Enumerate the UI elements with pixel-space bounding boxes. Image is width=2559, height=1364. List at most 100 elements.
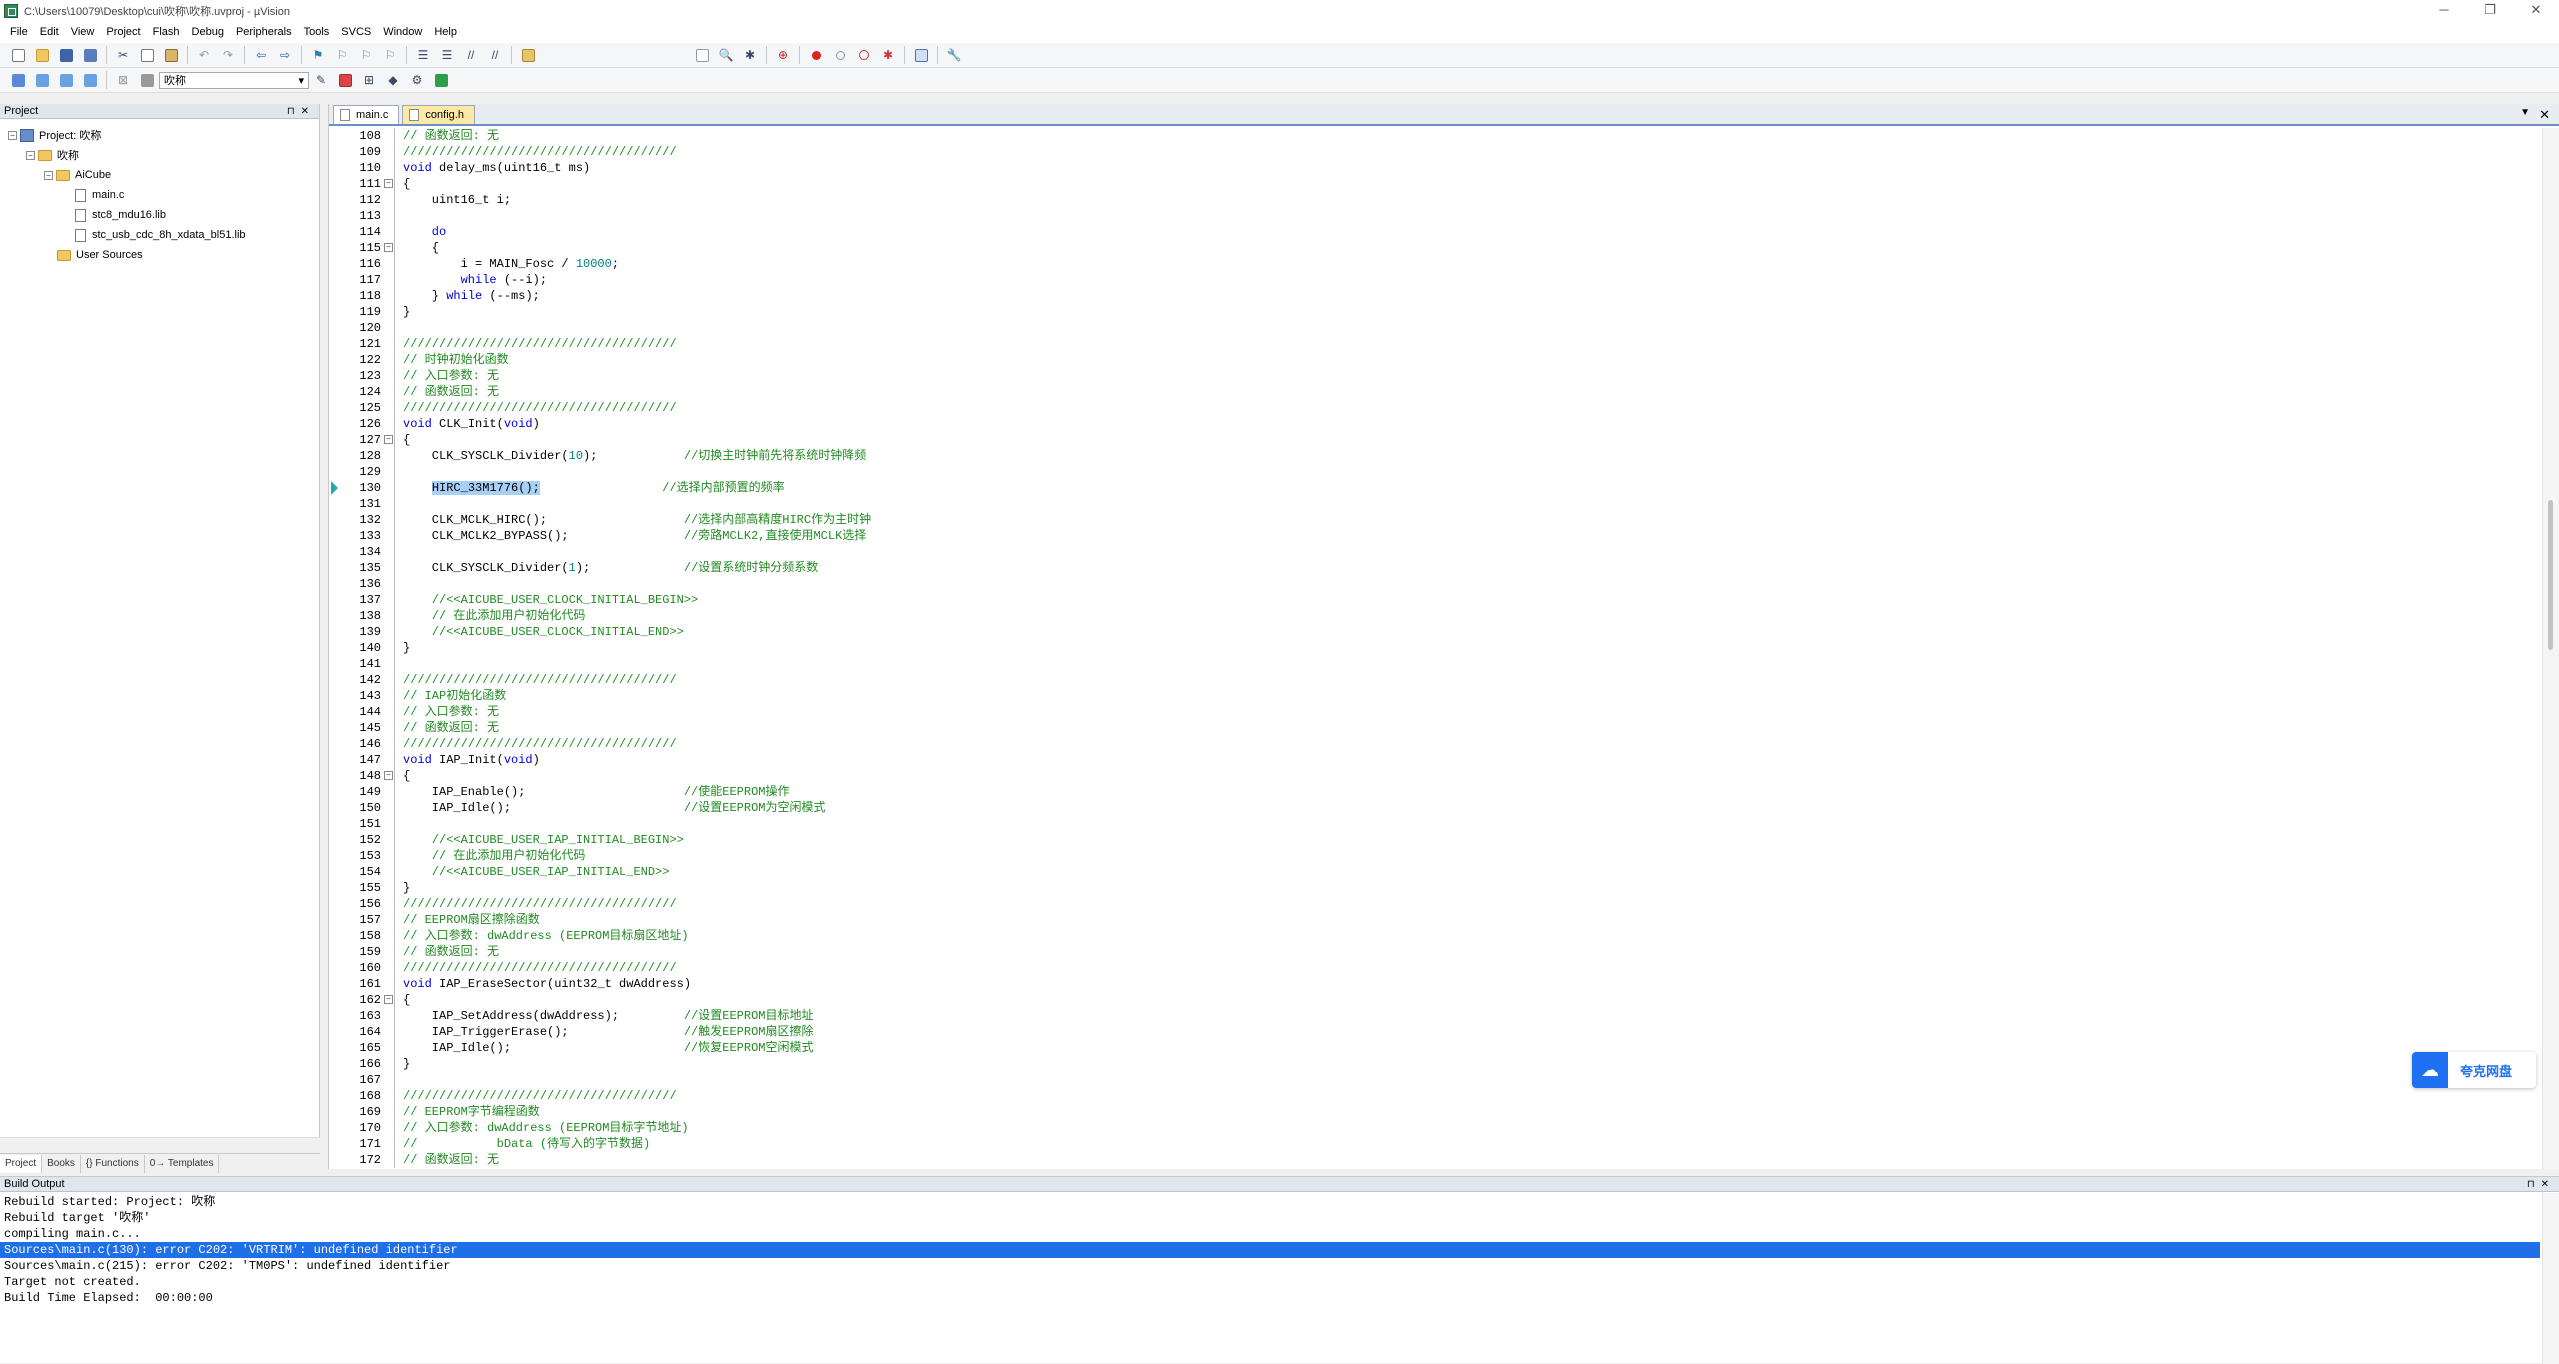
fold-toggle-icon[interactable]: − — [384, 995, 393, 1004]
build-output-line[interactable]: Build Time Elapsed: 00:00:00 — [0, 1290, 2540, 1306]
gutter-margin[interactable] — [329, 624, 343, 640]
tree-collapse-icon[interactable]: − — [8, 130, 17, 140]
menu-edit[interactable]: Edit — [34, 22, 65, 43]
gutter-margin[interactable] — [329, 1152, 343, 1168]
code-line[interactable]: 155} — [329, 880, 2534, 896]
menu-peripherals[interactable]: Peripherals — [230, 22, 298, 43]
code-line[interactable]: 130 HIRC_33M1776(); //选择内部预置的频率 — [329, 480, 2534, 496]
build-output-line[interactable]: Rebuild started: Project: 吹称 — [0, 1194, 2540, 1210]
tree-item[interactable]: − Project: 吹称 — [0, 125, 319, 145]
uncomment-icon[interactable]: // — [485, 45, 505, 65]
bookmark-icon[interactable]: ⚑ — [308, 45, 328, 65]
build-output-text[interactable]: Rebuild started: Project: 吹称 Rebuild targ… — [0, 1192, 2559, 1306]
code-line[interactable]: 125 /////////////////////////////////////… — [329, 400, 2534, 416]
gutter-margin[interactable] — [329, 1040, 343, 1056]
disable-breakpoint-icon[interactable] — [830, 45, 850, 65]
gutter-margin[interactable] — [329, 576, 343, 592]
menu-flash[interactable]: Flash — [147, 22, 186, 43]
menu-window[interactable]: Window — [377, 22, 428, 43]
gutter-margin[interactable] — [329, 1136, 343, 1152]
indent-icon[interactable]: ☰ — [413, 45, 433, 65]
code-line[interactable]: 150 IAP_Idle(); //设置EEPROM为空闲模式 — [329, 800, 2534, 816]
quark-cloud-drive-button[interactable]: ☁ 夸克网盘 — [2412, 1052, 2536, 1088]
code-line[interactable]: 167 — [329, 1072, 2534, 1088]
code-line[interactable]: 108 // 函数返回: 无 — [329, 128, 2534, 144]
fold-toggle-icon[interactable]: − — [384, 771, 393, 780]
new-file-icon[interactable] — [8, 45, 28, 65]
gutter-margin[interactable] — [329, 976, 343, 992]
gutter-margin[interactable] — [329, 816, 343, 832]
prev-bookmark-icon[interactable]: ⚐ — [332, 45, 352, 65]
tree-collapse-icon[interactable]: − — [26, 150, 35, 160]
menu-project[interactable]: Project — [100, 22, 146, 43]
undo-icon[interactable]: ↶ — [194, 45, 214, 65]
gutter-margin[interactable] — [329, 416, 343, 432]
panel-pin-close-icon[interactable]: ⊓✕ — [287, 104, 315, 119]
code-line[interactable]: 111− { — [329, 176, 2534, 192]
menu-svcs[interactable]: SVCS — [335, 22, 377, 43]
tree-item[interactable]: User Sources — [0, 245, 319, 265]
fold-toggle-icon[interactable]: − — [384, 179, 393, 188]
download-icon[interactable] — [137, 70, 157, 90]
code-line[interactable]: 117 while (--i); — [329, 272, 2534, 288]
gutter-margin[interactable] — [329, 240, 343, 256]
code-line[interactable]: 153 // 在此添加用户初始化代码 — [329, 848, 2534, 864]
gutter-margin[interactable] — [329, 672, 343, 688]
kill-breakpoints-icon[interactable]: ✱ — [878, 45, 898, 65]
code-line[interactable]: 145 // 函数返回: 无 — [329, 720, 2534, 736]
code-line[interactable]: 138 // 在此添加用户初始化代码 — [329, 608, 2534, 624]
code-line[interactable]: 148− { — [329, 768, 2534, 784]
current-line-arrow-icon[interactable] — [329, 480, 343, 496]
code-line[interactable]: 135 CLK_SYSCLK_Divider(1); //设置系统时钟分频系数 — [329, 560, 2534, 576]
tree-item[interactable]: stc8_mdu16.lib — [0, 205, 319, 225]
code-line[interactable]: 113 — [329, 208, 2534, 224]
search-combo-icon[interactable] — [692, 45, 712, 65]
minimize-button[interactable]: ─ — [2421, 0, 2467, 22]
menu-tools[interactable]: Tools — [298, 22, 336, 43]
find-icon[interactable]: 🔍 — [716, 45, 736, 65]
code-line[interactable]: 123 // 入口参数: 无 — [329, 368, 2534, 384]
code-line[interactable]: 121 /////////////////////////////////////… — [329, 336, 2534, 352]
code-line[interactable]: 156 /////////////////////////////////////… — [329, 896, 2534, 912]
build-output-scrollbar[interactable] — [2542, 1193, 2559, 1364]
incremental-find-icon[interactable]: ✱ — [740, 45, 760, 65]
build-output-line[interactable]: Rebuild target '吹称' — [0, 1210, 2540, 1226]
code-line[interactable]: 122 // 时钟初始化函数 — [329, 352, 2534, 368]
gutter-margin[interactable] — [329, 1120, 343, 1136]
navigate-forward-icon[interactable]: ⇨ — [275, 45, 295, 65]
code-line[interactable]: 168 /////////////////////////////////////… — [329, 1088, 2534, 1104]
gutter-margin[interactable] — [329, 960, 343, 976]
gutter-margin[interactable] — [329, 720, 343, 736]
comment-icon[interactable]: // — [461, 45, 481, 65]
code-line[interactable]: 161 void IAP_EraseSector(uint32_t dwAddre… — [329, 976, 2534, 992]
gutter-margin[interactable] — [329, 368, 343, 384]
gutter-margin[interactable] — [329, 768, 343, 784]
code-line[interactable]: 110 void delay_ms(uint16_t ms) — [329, 160, 2534, 176]
code-line[interactable]: 162− { — [329, 992, 2534, 1008]
tab-list-chevron-icon[interactable]: ▼ — [2520, 107, 2530, 118]
build-output-line[interactable]: Sources\main.c(130): error C202: 'VRTRIM… — [0, 1242, 2540, 1258]
gutter-margin[interactable] — [329, 704, 343, 720]
code-line[interactable]: 152 //<<AICUBE_USER_IAP_INITIAL_BEGIN>> — [329, 832, 2534, 848]
code-line[interactable]: 114 do — [329, 224, 2534, 240]
code-line[interactable]: 109 /////////////////////////////////////… — [329, 144, 2534, 160]
code-line[interactable]: 158 // 入口参数: dwAddress (EEPROM目标扇区地址) — [329, 928, 2534, 944]
navigate-back-icon[interactable]: ⇦ — [251, 45, 271, 65]
menu-file[interactable]: File — [4, 22, 34, 43]
gutter-margin[interactable] — [329, 784, 343, 800]
fold-toggle-icon[interactable]: − — [384, 243, 393, 252]
gutter-margin[interactable] — [329, 736, 343, 752]
gutter-margin[interactable] — [329, 592, 343, 608]
gutter-margin[interactable] — [329, 224, 343, 240]
gutter-margin[interactable] — [329, 1104, 343, 1120]
gutter-margin[interactable] — [329, 208, 343, 224]
gutter-margin[interactable] — [329, 880, 343, 896]
project-tab-2[interactable]: {} Functions — [81, 1154, 145, 1173]
project-horizontal-scrollbar[interactable] — [0, 1137, 320, 1153]
code-line[interactable]: 149 IAP_Enable(); //使能EEPROM操作 — [329, 784, 2534, 800]
code-line[interactable]: 137 //<<AICUBE_USER_CLOCK_INITIAL_BEGIN>… — [329, 592, 2534, 608]
build-output-line[interactable]: compiling main.c... — [0, 1226, 2540, 1242]
scrollbar-thumb[interactable] — [2548, 500, 2553, 650]
gutter-margin[interactable] — [329, 320, 343, 336]
redo-icon[interactable]: ↷ — [218, 45, 238, 65]
